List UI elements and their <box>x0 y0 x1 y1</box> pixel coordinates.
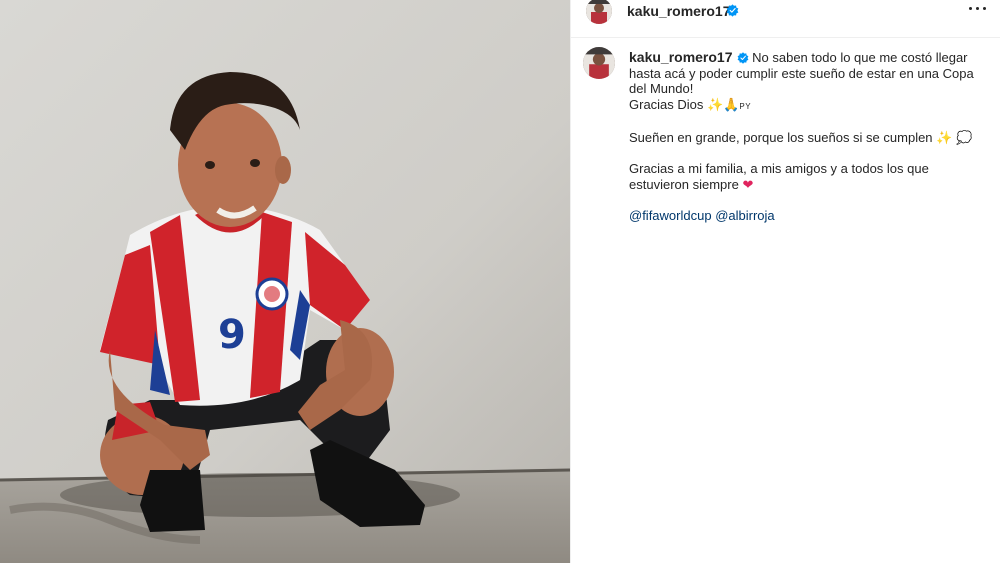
mention-albirroja[interactable]: @albirroja <box>715 208 774 223</box>
flag-py: PY <box>739 101 752 111</box>
heart-emoji: ❤ <box>742 176 754 192</box>
post-side-panel: kaku_romero17 kaku_romero17 No saben tod… <box>570 0 1000 563</box>
caption-username[interactable]: kaku_romero17 <box>629 49 733 65</box>
verified-badge-icon <box>737 52 748 64</box>
post-header: kaku_romero17 <box>571 0 1000 38</box>
post-photo[interactable]: 9 <box>0 0 570 563</box>
jersey-number: 9 <box>218 312 246 358</box>
verified-badge-icon <box>726 4 739 17</box>
sparkles-thought-emoji: ✨ 💭 <box>936 129 973 145</box>
caption-line-4: Gracias a mi familia, a mis amigos y a t… <box>629 161 929 192</box>
avatar-image <box>586 0 612 24</box>
caption-text: kaku_romero17 No saben todo lo que me co… <box>629 49 974 224</box>
caption-line-3: Sueñen en grande, porque los sueños si s… <box>629 129 933 145</box>
mention-fifaworldcup[interactable]: @fifaworldcup <box>629 208 712 223</box>
avatar[interactable] <box>586 0 612 24</box>
avatar-image <box>583 47 615 79</box>
more-options-icon[interactable] <box>968 1 988 15</box>
sparkles-pray-emoji: ✨🙏 <box>707 96 740 112</box>
photo-artwork <box>0 0 570 563</box>
caption-line-2: Gracias Dios <box>629 96 704 112</box>
header-username[interactable]: kaku_romero17 <box>627 3 731 19</box>
caption-avatar[interactable] <box>583 47 615 79</box>
